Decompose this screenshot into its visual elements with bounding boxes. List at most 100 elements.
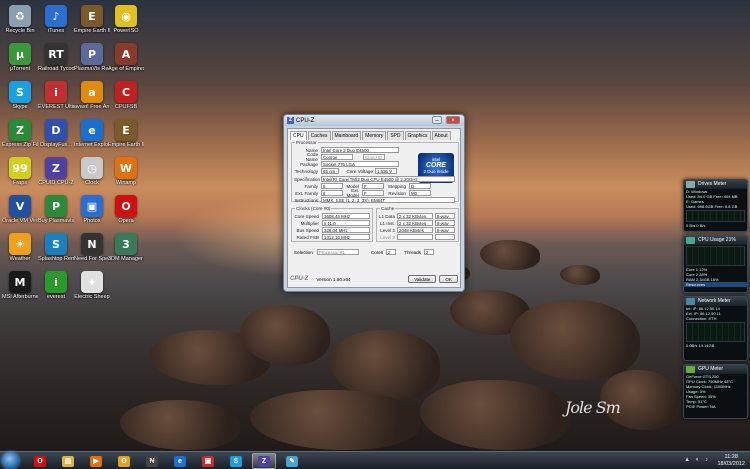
desktop-icon[interactable]: Z CPUID CPU-Z bbox=[38, 157, 74, 187]
drives-graph bbox=[686, 210, 745, 222]
desktop-icon-label: everest bbox=[46, 294, 66, 300]
desktop-icon-image: ✦ bbox=[81, 271, 103, 293]
taskbar-item-photos[interactable]: ▣ bbox=[196, 453, 220, 469]
outlook-icon: O bbox=[118, 455, 130, 467]
tab-spd[interactable]: SPD bbox=[387, 131, 404, 140]
cpuz-window[interactable]: Z CPU-Z – × CPU Caches Mainboard Memory SPD G… bbox=[283, 114, 465, 292]
drive-icon bbox=[686, 181, 695, 188]
desktop-icon[interactable]: O Opera bbox=[108, 195, 144, 225]
cpuz-titlebar[interactable]: Z CPU-Z – × bbox=[284, 115, 464, 126]
desktop-icon-label: Clock bbox=[85, 180, 99, 186]
cpuz-title: CPU-Z bbox=[296, 117, 315, 124]
desktop-icon[interactable]: VOracle VM VirtualBox bbox=[2, 195, 38, 225]
desktop-icon[interactable]: PPlasmaVis ReadMe bbox=[74, 43, 110, 73]
paint-icon: ✎ bbox=[286, 455, 298, 467]
desktop-icon-image: µ bbox=[9, 43, 31, 65]
desktop-icon[interactable]: ♻ Recycle Bin bbox=[2, 5, 38, 35]
cache-group: Cache L1 Data 2 x 32 KBytes 8-way L1 Inst.… bbox=[376, 206, 459, 242]
gpu-meter-gadget[interactable]: GPU Meter GeForce GTS 250 GPU Clock: 750… bbox=[683, 364, 748, 419]
ok-button[interactable]: OK bbox=[439, 275, 458, 283]
model-value: F bbox=[362, 183, 384, 189]
cpu-graph bbox=[686, 246, 745, 266]
taskbar-item-explorer[interactable]: ▤ bbox=[56, 453, 80, 469]
cpu-usage-gadget[interactable]: CPU Usage 21% Core 1 12% Core 2 28% RAM … bbox=[683, 235, 748, 293]
desktop-icon[interactable]: AAge of Empires II bbox=[108, 43, 144, 73]
tab-mainboard[interactable]: Mainboard bbox=[331, 131, 362, 140]
gpu-readout: PCIE Power: NA bbox=[686, 404, 716, 409]
desktop-icon-label: Photos bbox=[83, 218, 101, 224]
desktop-icon[interactable]: 99 Fraps bbox=[2, 157, 38, 187]
taskbar-item-mediaplayer[interactable]: ▶ bbox=[84, 453, 108, 469]
desktop-icon[interactable]: D DisplayFus... bbox=[38, 119, 74, 149]
desktop-icon-label: Express Zip File Compr... bbox=[2, 142, 38, 148]
desktop-icon-image: 99 bbox=[9, 157, 31, 179]
tab-cpu[interactable]: CPU bbox=[290, 131, 307, 140]
desktop-icon[interactable]: S Skype bbox=[2, 81, 38, 111]
desktop-icon[interactable]: C CPUFSB bbox=[108, 81, 144, 111]
desktop-icon[interactable]: ☀ Weather bbox=[2, 233, 38, 263]
desktop-icon[interactable]: NNeed For Speed World bbox=[74, 233, 110, 263]
clock[interactable]: 11:28 18/03/2012 bbox=[717, 454, 745, 468]
taskbar-item-outlook[interactable]: O bbox=[112, 453, 136, 469]
tray-icons[interactable]: ▲ ◐ ♪ bbox=[684, 457, 710, 463]
desktop-icon[interactable]: ✦ Electric Sheep bbox=[74, 271, 110, 301]
desktop-icon[interactable]: ▣ Photos bbox=[74, 195, 110, 225]
desktop-icon[interactable]: ♪ iTunes bbox=[38, 5, 74, 35]
drives-readout: 0 B/s 0 B/s bbox=[686, 223, 706, 228]
cpuz-panel: CPU Caches Mainboard Memory SPD Graphics About… bbox=[287, 128, 461, 288]
network-meter-gadget[interactable]: Network Meter Int. IP: 86.12.50.14 Ext. … bbox=[683, 296, 748, 361]
desktop-icon-label: PowerISO bbox=[113, 28, 139, 34]
desktop-icon[interactable]: µ µTorrent bbox=[2, 43, 38, 73]
taskbar-item-ie[interactable]: e bbox=[168, 453, 192, 469]
desktop-icon[interactable]: i everest bbox=[38, 271, 74, 301]
processor-group: Processor Name Intel Core 2 Duo E4500 Cod… bbox=[291, 140, 459, 203]
start-button[interactable] bbox=[2, 452, 19, 469]
taskbar-item-nfs[interactable]: N bbox=[140, 453, 164, 469]
spec-label: Specification bbox=[294, 176, 321, 182]
core-voltage-label: Core Voltage bbox=[346, 168, 373, 174]
technology-value: 65 nm bbox=[321, 168, 339, 174]
desktop-icon[interactable]: aavast! Free Antivirus bbox=[74, 81, 110, 111]
desktop-icon[interactable]: 3 3DM Manager 2 bbox=[108, 233, 144, 263]
desktop-icon-label: Fraps bbox=[12, 180, 28, 186]
desktop-icon[interactable]: EEmpire Earth II - The Art... bbox=[108, 119, 144, 149]
codename-value: Conroe bbox=[321, 154, 353, 160]
cpuz-icon: Z bbox=[258, 455, 270, 467]
taskbar-item-skype[interactable]: S bbox=[224, 453, 248, 469]
desktop-icon-label: Age of Empires II bbox=[108, 66, 144, 72]
desktop-icon[interactable]: W Winamp bbox=[108, 157, 144, 187]
tab-memory[interactable]: Memory bbox=[362, 131, 387, 140]
desktop-icon-image: M bbox=[9, 271, 31, 293]
desktop-icon[interactable]: ◉ PowerISO bbox=[108, 5, 144, 35]
gpu-icon bbox=[686, 366, 695, 373]
close-button[interactable]: × bbox=[446, 116, 460, 124]
desktop-icon-label: Skype bbox=[12, 104, 28, 110]
tab-about[interactable]: About bbox=[431, 131, 451, 140]
desktop-icon[interactable]: ZExpress Zip File Compr... bbox=[2, 119, 38, 149]
desktop-icon[interactable]: RTRailroad Tycoon 3 bbox=[38, 43, 74, 73]
desktop-icon-label: Railroad Tycoon 3 bbox=[38, 66, 74, 72]
desktop-icon[interactable]: ◷ Clock bbox=[74, 157, 110, 187]
desktop-icon[interactable]: eInternet Explorer (64... bbox=[74, 119, 110, 149]
l3-value bbox=[397, 234, 433, 240]
drives-meter-title: Drives Meter bbox=[698, 181, 727, 187]
taskbar-item-opera[interactable]: O bbox=[28, 453, 52, 469]
taskbar-item-cpuz[interactable]: Z bbox=[252, 453, 276, 469]
skype-icon: S bbox=[230, 455, 242, 467]
clock-date: 18/03/2012 bbox=[717, 461, 745, 467]
minimize-button[interactable]: – bbox=[432, 116, 442, 124]
desktop-icon[interactable]: PBuy Plasmavis... bbox=[38, 195, 74, 225]
desktop-icon-label: DisplayFus... bbox=[40, 142, 72, 148]
validate-button[interactable]: Validate bbox=[408, 275, 437, 283]
tab-caches[interactable]: Caches bbox=[307, 131, 331, 140]
taskbar-item-paint[interactable]: ✎ bbox=[280, 453, 304, 469]
drives-meter-gadget[interactable]: Drives Meter D: Windows Used: 84.0 GB Fr… bbox=[683, 179, 748, 232]
desktop-icon-label: Winamp bbox=[115, 180, 137, 186]
tab-graphics[interactable]: Graphics bbox=[404, 131, 431, 140]
l1d-value: 2 x 32 KBytes bbox=[397, 213, 433, 219]
desktop-icon[interactable]: E Empire Earth II bbox=[74, 5, 110, 35]
desktop-icon[interactable]: iEVEREST Ultima... bbox=[38, 81, 74, 111]
desktop-icon[interactable]: SSplashtop Remote... bbox=[38, 233, 74, 263]
processor-select[interactable]: Processor #1 bbox=[316, 249, 359, 255]
desktop-icon[interactable]: M MSI Afterburner bbox=[2, 271, 38, 301]
